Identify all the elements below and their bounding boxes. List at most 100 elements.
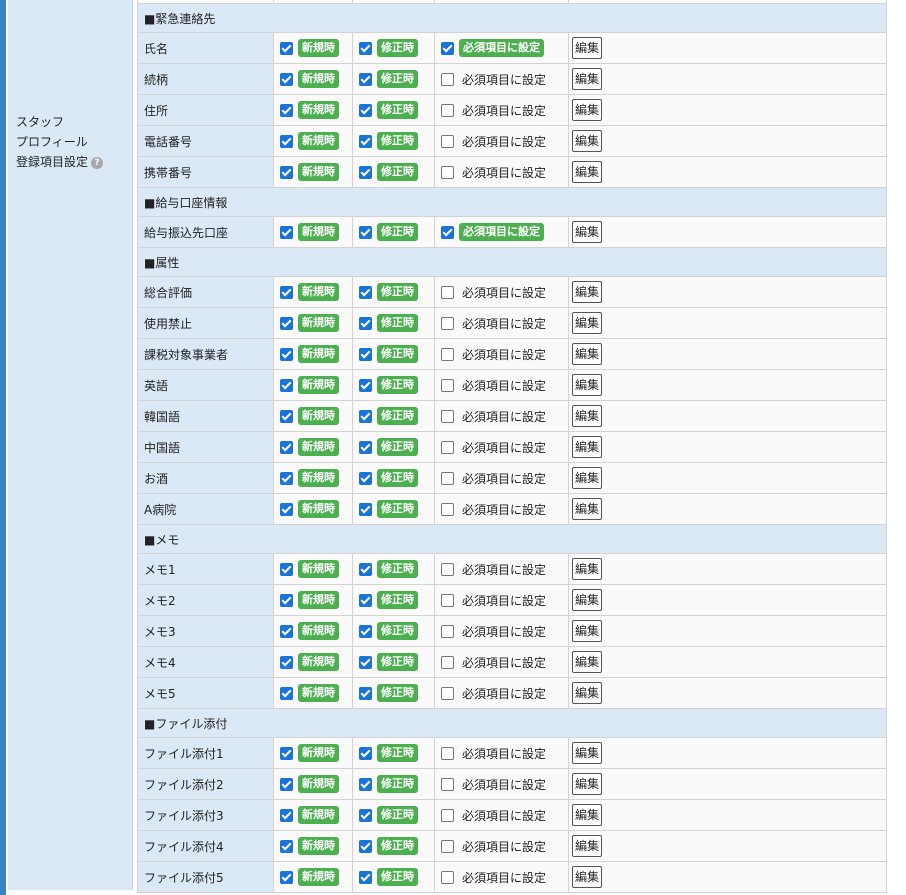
edit-button[interactable]: 編集 — [572, 742, 603, 764]
edit-checkbox[interactable] — [359, 562, 372, 576]
edit-checkbox[interactable] — [359, 593, 372, 607]
edit-button[interactable]: 編集 — [572, 866, 603, 888]
edit-checkbox[interactable] — [359, 839, 372, 853]
edit-checkbox[interactable] — [359, 808, 372, 822]
edit-checkbox[interactable] — [359, 378, 372, 392]
new-checkbox[interactable] — [280, 440, 293, 454]
new-checkbox[interactable] — [280, 41, 293, 55]
edit-checkbox[interactable] — [359, 225, 372, 239]
required-checkbox[interactable] — [441, 347, 454, 361]
new-checkbox[interactable] — [280, 103, 293, 117]
required-checkbox[interactable] — [441, 471, 454, 485]
new-checkbox[interactable] — [280, 502, 293, 516]
required-checkbox[interactable] — [441, 870, 454, 884]
edit-checkbox[interactable] — [359, 440, 372, 454]
edit-button[interactable]: 編集 — [572, 343, 603, 365]
new-checkbox[interactable] — [280, 134, 293, 148]
new-checkbox[interactable] — [280, 562, 293, 576]
edit-button[interactable]: 編集 — [572, 651, 603, 673]
new-cell: 新規時 — [273, 63, 353, 95]
edit-checkbox[interactable] — [359, 746, 372, 760]
required-checkbox[interactable] — [441, 409, 454, 423]
new-checkbox[interactable] — [280, 746, 293, 760]
required-checkbox[interactable] — [441, 316, 454, 330]
edit-checkbox[interactable] — [359, 471, 372, 485]
edit-checkbox[interactable] — [359, 655, 372, 669]
required-checkbox[interactable] — [441, 378, 454, 392]
edit-checkbox[interactable] — [359, 409, 372, 423]
required-checkbox[interactable] — [441, 285, 454, 299]
edit-button[interactable]: 編集 — [572, 436, 603, 458]
required-checkbox[interactable] — [441, 562, 454, 576]
new-checkbox[interactable] — [280, 777, 293, 791]
edit-button[interactable]: 編集 — [572, 221, 603, 243]
new-checkbox[interactable] — [280, 378, 293, 392]
edit-checkbox[interactable] — [359, 316, 372, 330]
required-checkbox[interactable] — [441, 440, 454, 454]
new-checkbox[interactable] — [280, 409, 293, 423]
new-checkbox[interactable] — [280, 316, 293, 330]
edit-checkbox[interactable] — [359, 285, 372, 299]
edit-button[interactable]: 編集 — [572, 37, 603, 59]
edit-button[interactable]: 編集 — [572, 773, 603, 795]
required-checkbox[interactable] — [441, 746, 454, 760]
required-checkbox[interactable] — [441, 808, 454, 822]
new-checkbox[interactable] — [280, 624, 293, 638]
edit-checkbox[interactable] — [359, 72, 372, 86]
required-checkbox[interactable] — [441, 624, 454, 638]
required-checkbox[interactable] — [441, 103, 454, 117]
required-checkbox[interactable] — [441, 777, 454, 791]
required-checkbox[interactable] — [441, 502, 454, 516]
edit-checkbox[interactable] — [359, 41, 372, 55]
edit-button[interactable]: 編集 — [572, 68, 603, 90]
new-checkbox[interactable] — [280, 655, 293, 669]
edit-button[interactable]: 編集 — [572, 312, 603, 334]
edit-checkbox[interactable] — [359, 134, 372, 148]
required-checkbox[interactable] — [441, 655, 454, 669]
field-name: A病院 — [137, 493, 274, 525]
edit-button[interactable]: 編集 — [572, 620, 603, 642]
edit-button[interactable]: 編集 — [572, 99, 603, 121]
edit-button[interactable]: 編集 — [572, 374, 603, 396]
new-checkbox[interactable] — [280, 870, 293, 884]
edit-button[interactable]: 編集 — [572, 804, 603, 826]
edit-button[interactable]: 編集 — [572, 682, 603, 704]
action-cell: 編集 — [568, 369, 887, 401]
edit-button[interactable]: 編集 — [572, 281, 603, 303]
edit-checkbox[interactable] — [359, 502, 372, 516]
new-checkbox[interactable] — [280, 72, 293, 86]
edit-checkbox[interactable] — [359, 777, 372, 791]
edit-button[interactable]: 編集 — [572, 498, 603, 520]
new-checkbox[interactable] — [280, 839, 293, 853]
edit-button[interactable]: 編集 — [572, 835, 603, 857]
new-checkbox[interactable] — [280, 686, 293, 700]
edit-button[interactable]: 編集 — [572, 405, 603, 427]
required-checkbox[interactable] — [441, 165, 454, 179]
required-checkbox[interactable] — [441, 686, 454, 700]
required-checkbox[interactable] — [441, 593, 454, 607]
edit-button[interactable]: 編集 — [572, 558, 603, 580]
required-checkbox[interactable] — [441, 839, 454, 853]
edit-checkbox[interactable] — [359, 103, 372, 117]
required-checkbox[interactable] — [441, 41, 454, 55]
edit-checkbox[interactable] — [359, 870, 372, 884]
new-checkbox[interactable] — [280, 285, 293, 299]
edit-checkbox[interactable] — [359, 686, 372, 700]
required-checkbox[interactable] — [441, 225, 454, 239]
edit-button[interactable]: 編集 — [572, 467, 603, 489]
help-icon[interactable]: ? — [91, 156, 104, 169]
edit-button[interactable]: 編集 — [572, 161, 603, 183]
required-checkbox[interactable] — [441, 72, 454, 86]
new-checkbox[interactable] — [280, 808, 293, 822]
new-checkbox[interactable] — [280, 471, 293, 485]
edit-button[interactable]: 編集 — [572, 130, 603, 152]
edit-button[interactable]: 編集 — [572, 589, 603, 611]
new-checkbox[interactable] — [280, 593, 293, 607]
edit-checkbox[interactable] — [359, 165, 372, 179]
new-checkbox[interactable] — [280, 347, 293, 361]
required-checkbox[interactable] — [441, 134, 454, 148]
new-checkbox[interactable] — [280, 225, 293, 239]
edit-checkbox[interactable] — [359, 347, 372, 361]
edit-checkbox[interactable] — [359, 624, 372, 638]
new-checkbox[interactable] — [280, 165, 293, 179]
